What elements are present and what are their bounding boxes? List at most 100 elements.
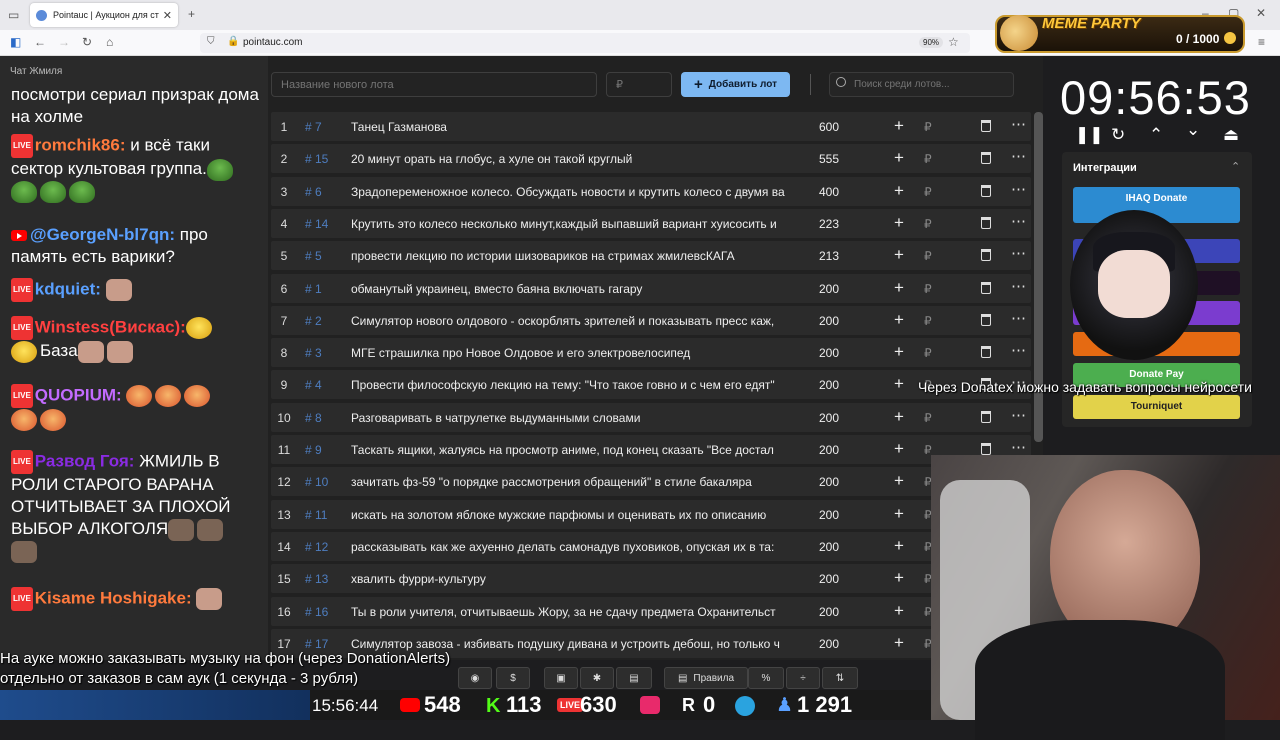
trash-icon[interactable] <box>981 410 991 423</box>
add-amount-icon[interactable]: + <box>894 213 904 233</box>
lot-row[interactable]: 6 # 1 обманутый украинец, вместо баяна вкл… <box>271 273 1031 303</box>
back-icon[interactable]: ← <box>34 35 46 49</box>
add-lot-button[interactable]: + Добавить лот <box>681 72 790 97</box>
lot-row[interactable]: 11 # 9 Таскать ящики, жалуясь на просмотр … <box>271 435 1031 464</box>
more-icon[interactable]: ⋯ <box>1011 180 1026 198</box>
add-amount-icon[interactable]: + <box>894 439 904 459</box>
lot-amount[interactable]: 213 <box>819 249 839 263</box>
lot-row[interactable]: 14 # 12 рассказывать как же ахуенно делать… <box>271 531 1031 561</box>
add-amount-icon[interactable]: + <box>894 181 904 201</box>
bookmark-star-icon[interactable]: ☆ <box>948 35 959 49</box>
lot-name[interactable]: обманутый украинец, вместо баяна включат… <box>351 282 791 296</box>
lot-amount[interactable]: 200 <box>819 540 839 554</box>
address-bar[interactable] <box>200 33 970 53</box>
lot-name[interactable]: Зрадопеременожное колесо. Обсуждать ново… <box>351 185 791 199</box>
split-button[interactable]: ÷ <box>786 667 820 689</box>
lot-amount[interactable]: 223 <box>819 217 839 231</box>
more-icon[interactable]: ⋯ <box>1011 147 1026 165</box>
lot-name[interactable]: рассказывать как же ахуенно делать самон… <box>351 540 791 554</box>
new-tab-icon[interactable]: + <box>188 7 195 21</box>
new-lot-input[interactable] <box>271 72 597 97</box>
lot-name[interactable]: хвалить фурри-культуру <box>351 572 791 586</box>
add-amount-icon[interactable]: + <box>894 536 904 556</box>
sidebar-toggle-icon[interactable]: ◧ <box>10 35 21 49</box>
more-icon[interactable]: ⋯ <box>1011 244 1026 262</box>
dollar-button[interactable]: $ <box>496 667 530 689</box>
save-button[interactable]: ▣ <box>544 667 578 689</box>
lot-amount[interactable]: 200 <box>819 282 839 296</box>
ruble-icon[interactable]: ₽ <box>924 346 932 360</box>
ruble-icon[interactable]: ₽ <box>924 282 932 296</box>
add-amount-icon[interactable]: + <box>894 601 904 621</box>
lot-row[interactable]: 16 # 16 Ты в роли учителя, отчитываешь Жор… <box>271 596 1031 626</box>
lot-amount[interactable]: 200 <box>819 411 839 425</box>
close-tab-icon[interactable]: ✕ <box>163 9 172 22</box>
lot-amount[interactable]: 200 <box>819 475 839 489</box>
trash-icon[interactable] <box>981 346 991 359</box>
lock-icon[interactable]: 🔒 <box>227 36 239 47</box>
lot-name[interactable]: Симулятор нового олдового - оскорблять з… <box>351 314 791 328</box>
lot-search-input[interactable] <box>829 72 1014 97</box>
forward-icon[interactable]: → <box>58 35 70 49</box>
trash-icon[interactable] <box>981 443 991 455</box>
lot-name[interactable]: Таскать ящики, жалуясь на просмотр аниме… <box>351 443 791 457</box>
url-text[interactable]: pointauc.com <box>243 37 302 48</box>
ruble-icon[interactable]: ₽ <box>924 120 932 134</box>
ruble-icon[interactable]: ₽ <box>924 152 932 166</box>
pause-icon[interactable]: ❚❚ <box>1075 125 1104 145</box>
add-amount-icon[interactable]: + <box>894 310 904 330</box>
tab-list-icon[interactable]: ▭ <box>8 8 19 22</box>
lot-row[interactable]: 15# 13хвалить фурри-культуру200+₽⋯ <box>271 564 1031 594</box>
lot-row[interactable]: 10 # 8 Разговаривать в чатрулетке выдуманн… <box>271 402 1031 432</box>
lot-row[interactable]: 13 # 11 искать на золотом яблоке мужские … <box>271 499 1031 529</box>
reset-icon[interactable]: ↻ <box>1111 125 1125 145</box>
home-icon[interactable]: ⌂ <box>106 35 113 49</box>
chevron-up-icon[interactable]: ⌃ <box>1149 125 1163 145</box>
ruble-icon[interactable]: ₽ <box>924 411 932 425</box>
more-icon[interactable]: ⋯ <box>1011 309 1026 327</box>
more-icon[interactable]: ⋯ <box>1011 438 1026 456</box>
lot-name[interactable]: провести лекцию по истории шизовариков н… <box>351 249 791 263</box>
lot-row[interactable]: 2 # 15 20 минут орать на глобус, а хуле он… <box>271 144 1031 174</box>
shield-icon[interactable]: ⛉ <box>207 36 215 47</box>
lot-amount[interactable]: 600 <box>819 120 839 134</box>
zoom-badge[interactable]: 90% <box>919 37 944 48</box>
sort-button[interactable]: ⇅ <box>822 667 858 689</box>
double-chevron-up-icon[interactable]: ⏏ <box>1223 125 1239 145</box>
lot-row[interactable]: 3 # 6 Зрадопеременожное колесо. Обсуждать … <box>271 176 1031 206</box>
trash-icon[interactable] <box>981 152 991 165</box>
clear-button[interactable]: ▤ <box>616 667 652 689</box>
add-amount-icon[interactable]: + <box>894 471 904 491</box>
lot-row[interactable]: 8 # 3 МГЕ страшилка про Новое Олдовое и е… <box>271 338 1031 368</box>
lot-amount[interactable]: 400 <box>819 185 839 199</box>
lot-name[interactable]: Провести философскую лекцию на тему: "Чт… <box>351 378 791 392</box>
ruble-icon[interactable]: ₽ <box>924 249 932 263</box>
lot-row[interactable]: 1 # 7 Танец Газманова 600 + ₽ ⋯ <box>271 112 1031 141</box>
lot-name[interactable]: 20 минут орать на глобус, а хуле он тако… <box>351 152 791 166</box>
lot-name[interactable]: Разговаривать в чатрулетке выдуманными с… <box>351 411 791 425</box>
lot-amount[interactable]: 200 <box>819 346 839 360</box>
lot-row[interactable]: 5 # 5 провести лекцию по истории шизоварик… <box>271 241 1031 271</box>
trash-icon[interactable] <box>981 281 991 294</box>
more-icon[interactable]: ⋯ <box>1011 277 1026 295</box>
lot-amount[interactable]: 200 <box>819 314 839 328</box>
add-amount-icon[interactable]: + <box>894 342 904 362</box>
more-icon[interactable]: ⋯ <box>1011 341 1026 359</box>
lot-name[interactable]: искать на золотом яблоке мужские парфюмы… <box>351 508 791 522</box>
lot-row[interactable]: 4 # 14 Крутить это колесо несколько минут,… <box>271 208 1031 238</box>
lot-name[interactable]: Ты в роли учителя, отчитываешь Жору, за … <box>351 605 791 619</box>
ruble-icon[interactable]: ₽ <box>924 314 932 328</box>
trash-icon[interactable] <box>981 216 991 229</box>
ruble-icon[interactable]: ₽ <box>924 217 932 231</box>
add-amount-icon[interactable]: + <box>894 148 904 168</box>
trash-icon[interactable] <box>981 120 991 132</box>
add-amount-icon[interactable]: + <box>894 116 904 136</box>
rules-button[interactable]: ▤ Правила <box>664 667 748 689</box>
add-amount-icon[interactable]: + <box>894 278 904 298</box>
more-icon[interactable]: ⋯ <box>1011 406 1026 424</box>
lot-price-input[interactable] <box>606 72 672 97</box>
ruble-icon[interactable]: ₽ <box>924 185 932 199</box>
lot-row[interactable]: 12 # 10 зачитать фз-59 "о порядке рассмотр… <box>271 467 1031 497</box>
lot-name[interactable]: зачитать фз-59 "о порядке рассмотрения о… <box>351 475 791 489</box>
integration-button[interactable]: Tourniquet <box>1073 395 1240 419</box>
